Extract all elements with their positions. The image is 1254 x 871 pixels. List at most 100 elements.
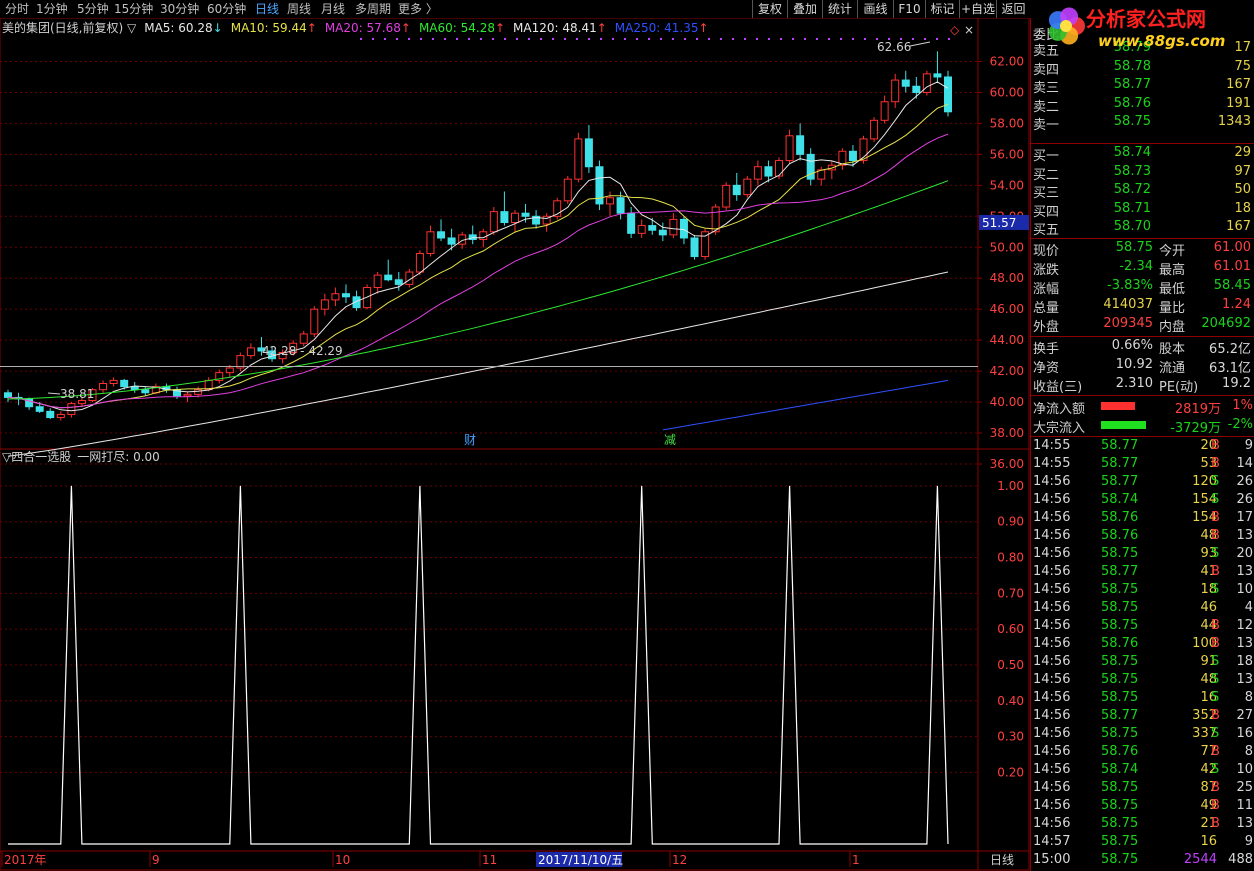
tick-row: 14:56 58.75 46 4 (1031, 600, 1254, 618)
tick-count: 10 (1236, 762, 1253, 777)
candle (373, 272, 382, 294)
tick-time: 14:56 (1033, 762, 1071, 777)
collapse-icon[interactable]: ◇ (950, 23, 960, 37)
fund-label: 流通 (1159, 361, 1186, 376)
toolbar-button-5[interactable]: 标记 (925, 0, 959, 18)
stat-value: 61.01 (1213, 259, 1251, 274)
stat-value: 1.24 (1222, 297, 1251, 312)
ma-arrow-4: ↑ (597, 21, 607, 35)
period-label[interactable]: 日线 (990, 853, 1014, 867)
tick-row: 15:00 58.75 2544 488 (1031, 852, 1254, 870)
indicator-tick-label: 0.70 (997, 586, 1024, 600)
signal-dot (804, 38, 806, 40)
tick-volume: 2544 (1183, 852, 1217, 867)
flow-label: 大宗流入 (1033, 421, 1086, 436)
tick-count: 8 (1244, 744, 1253, 759)
candle (67, 402, 76, 418)
price-tick-label: 58.00 (990, 116, 1024, 130)
tick-time: 14:56 (1033, 690, 1071, 705)
toolbar-button-1[interactable]: 叠加 (787, 0, 822, 18)
date-cursor-label: 2017/11/10/五 (538, 853, 623, 867)
logo-title: 分析家公式网 (1086, 7, 1206, 31)
candle (341, 284, 350, 303)
stat-label: 量比 (1159, 301, 1186, 316)
period-tab-7[interactable]: 周线 (287, 0, 311, 18)
period-toolbar: 分时 1分钟 5分钟 15分钟 30分钟 60分钟 日线 周线 月线 多周期 更多 〉 复权 叠加 统计画… (0, 0, 1030, 18)
tick-row: 14:56 58.75 18 S 10 (1031, 582, 1254, 600)
stat-label: 内盘 (1159, 320, 1186, 335)
ask-label: 卖一 (1033, 118, 1060, 133)
quote-panel: 委比 卖五 58.79 17 卖四 58.78 75 卖三 58.77 167 卖二 58.76 191… (1030, 18, 1254, 871)
bid-price: 58.71 (1113, 200, 1151, 216)
period-tab-5[interactable]: 60分钟 (207, 0, 246, 18)
ma-arrow-1: ↑ (307, 21, 317, 35)
tick-count: 16 (1236, 726, 1253, 741)
bid-price: 58.72 (1113, 182, 1151, 197)
period-tab-3[interactable]: 15分钟 (114, 0, 153, 18)
candle (880, 95, 889, 124)
signal-dot (660, 38, 662, 40)
bid-price: 58.74 (1113, 145, 1151, 160)
signal-dot (636, 38, 638, 40)
chart-area[interactable]: 62.0060.0058.0056.0054.0052.0050.0048.00… (0, 18, 1030, 871)
toolbar-button-0[interactable]: 复权 (752, 0, 787, 18)
candle (679, 216, 688, 245)
tick-side: S (1211, 492, 1220, 507)
tick-row: 14:56 58.77 352 B 27 (1031, 708, 1254, 726)
candle (637, 219, 646, 238)
period-tab-9[interactable]: 多周期 (355, 0, 391, 18)
signal-dot (540, 38, 542, 40)
toolbar-button-2[interactable]: 统计 (822, 0, 857, 18)
tick-price: 58.75 (1101, 654, 1139, 669)
candle (437, 219, 446, 242)
toolbar-button-4[interactable]: F10 (893, 0, 925, 18)
tick-time: 14:56 (1033, 672, 1071, 687)
signal-dot (612, 38, 614, 40)
price-tick-label: 50.00 (990, 240, 1024, 254)
candle (426, 225, 435, 257)
toolbar-button-6[interactable]: +自选 (959, 0, 996, 18)
tick-row: 14:55 58.77 20 B 9 (1031, 438, 1254, 456)
stat-label: 现价 (1033, 244, 1060, 259)
high-annotation-arrow (909, 41, 931, 47)
signal-dot (696, 38, 698, 40)
signal-dot (732, 38, 734, 40)
tick-price: 58.75 (1101, 690, 1139, 705)
price-tick-label: 46.00 (990, 302, 1024, 316)
tick-volume: 16 (1200, 834, 1217, 849)
indicator-tick-label: 0.60 (997, 622, 1024, 636)
tick-count: 26 (1236, 474, 1253, 489)
tick-time: 14:56 (1033, 546, 1071, 561)
tick-side: S (1211, 546, 1220, 561)
price-tick-label: 38.00 (990, 426, 1024, 440)
fund-label: 换手 (1033, 342, 1060, 357)
tick-time: 14:55 (1033, 456, 1071, 471)
signal-dot (720, 38, 722, 40)
indicator-tick-label: 0.50 (997, 658, 1024, 672)
period-tab-4[interactable]: 30分钟 (160, 0, 199, 18)
stat-label: 最高 (1159, 263, 1186, 278)
period-tab-0[interactable]: 分时 (5, 0, 29, 18)
period-tab-2[interactable]: 5分钟 (77, 0, 109, 18)
toolbar-button-7[interactable]: 返回 (996, 0, 1030, 18)
candle (130, 381, 139, 393)
logo-url: www.88gs.com (1098, 32, 1225, 50)
toolbar-button-3[interactable]: 画线 (857, 0, 893, 18)
period-tab-10[interactable]: 更多 〉 (398, 0, 438, 18)
candle (532, 210, 541, 229)
signal-dot (600, 38, 602, 40)
low-annotation: 38.81 (60, 387, 94, 401)
period-tab-8[interactable]: 月线 (321, 0, 345, 18)
candle (838, 148, 847, 170)
tick-row: 14:56 58.75 337 S 16 (1031, 726, 1254, 744)
ask-price: 58.77 (1113, 77, 1151, 92)
tick-side: B (1211, 780, 1220, 795)
tick-time: 14:56 (1033, 636, 1071, 651)
period-tab-1[interactable]: 1分钟 (36, 0, 68, 18)
close-icon[interactable]: × (964, 23, 974, 37)
date-tick-label: 9 (152, 853, 160, 867)
period-tab-6[interactable]: 日线 (255, 0, 279, 18)
ask-volume: 1343 (1217, 114, 1251, 129)
tick-row: 14:56 58.75 93 S 20 (1031, 546, 1254, 564)
tick-time: 14:56 (1033, 582, 1071, 597)
